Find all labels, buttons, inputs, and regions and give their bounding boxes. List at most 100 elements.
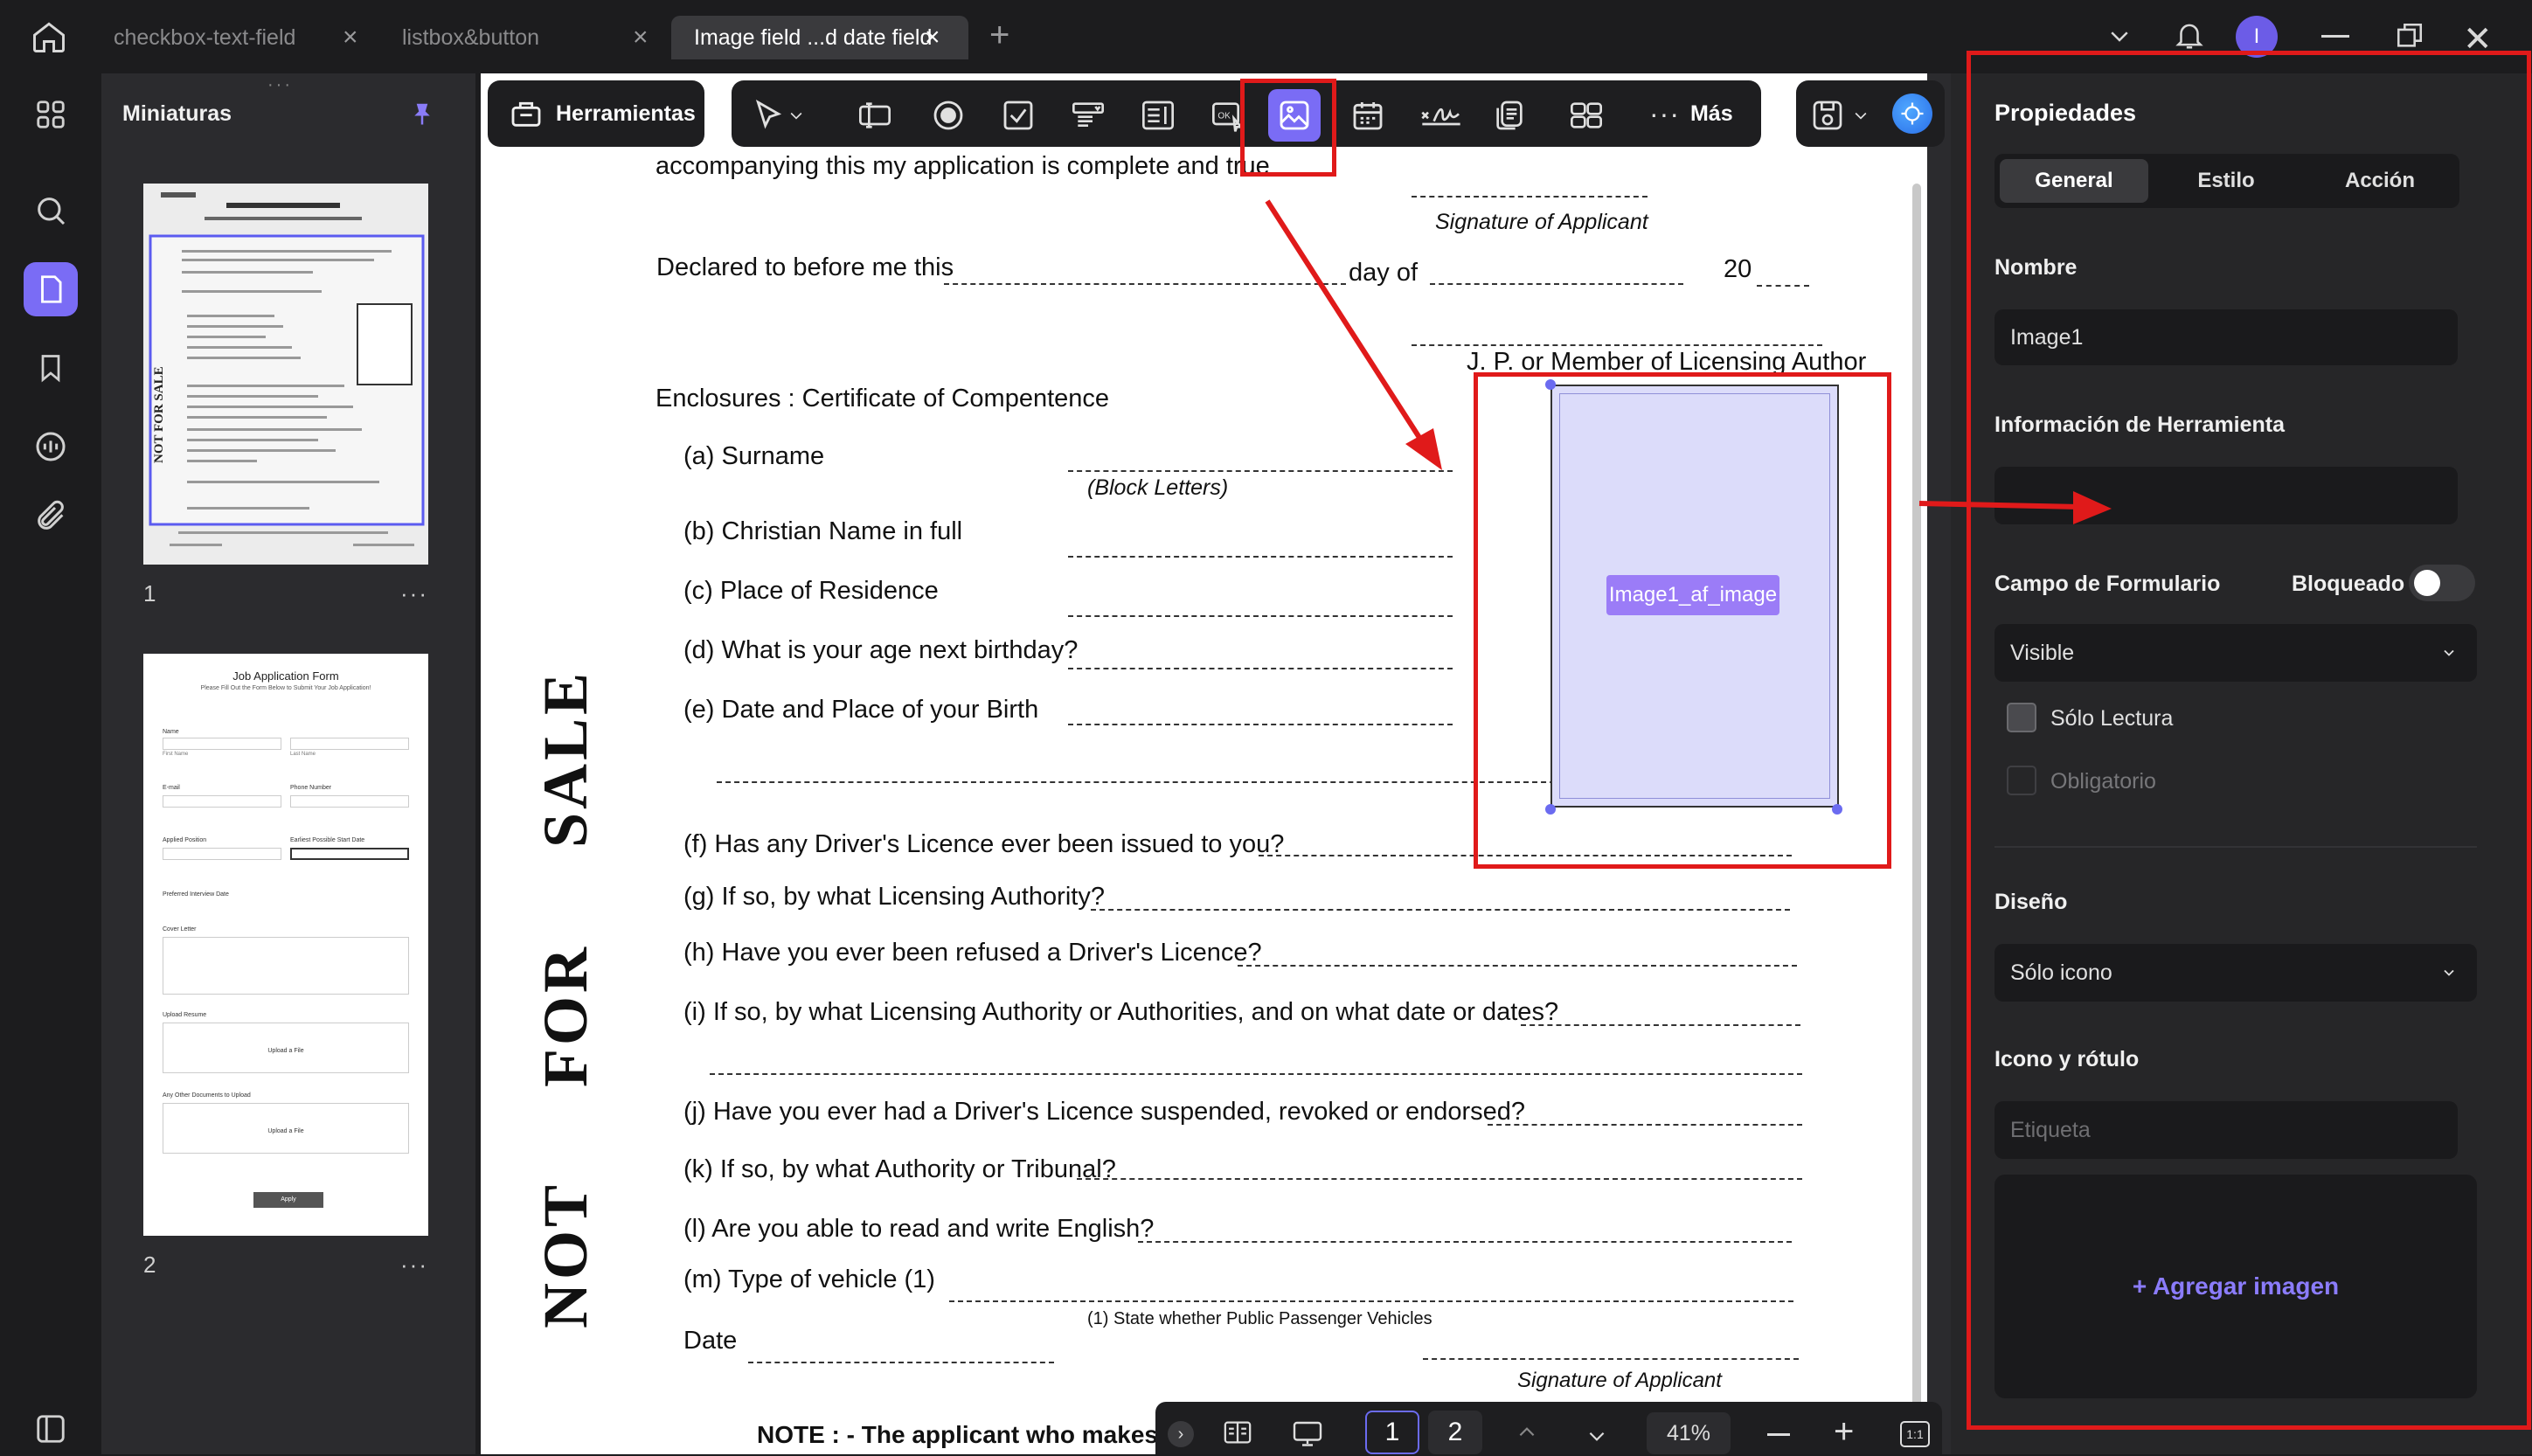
- tab-image-field[interactable]: Image field ...d date field ×: [671, 16, 968, 59]
- zoom-out-icon[interactable]: [1767, 1433, 1790, 1436]
- thumbnails-panel: ··· Miniaturas NOT FOR SALE 1 ··· Job Ap…: [101, 73, 475, 1454]
- actual-size-icon[interactable]: 1:1: [1900, 1421, 1930, 1447]
- doc-text: Enclosures : Certificate of Compentence: [656, 385, 1110, 413]
- tools-label: Herramientas: [556, 101, 696, 126]
- thumbnails-icon[interactable]: [24, 262, 78, 316]
- thumb-text: Phone Number: [290, 785, 332, 791]
- more-button[interactable]: ··· Más: [1649, 96, 1733, 131]
- chevron-down-icon[interactable]: [2105, 23, 2134, 49]
- doc-text: day of: [1349, 259, 1418, 287]
- date-field-icon[interactable]: [1349, 96, 1387, 135]
- chevron-up-icon[interactable]: [1514, 1421, 1540, 1444]
- svg-text:OK: OK: [1217, 111, 1231, 121]
- new-tab-icon[interactable]: +: [989, 16, 1009, 55]
- annotation-box-field: [1474, 372, 1891, 869]
- doc-text: (a) Surname: [683, 442, 825, 470]
- chevron-down-icon[interactable]: [1584, 1425, 1610, 1447]
- pin-icon[interactable]: [409, 98, 435, 129]
- doc-text: Signature of Applicant: [1517, 1369, 1722, 1392]
- ai-assistant-icon[interactable]: [1892, 94, 1932, 134]
- doc-text: (h) Have you ever been refused a Driver'…: [683, 939, 1262, 967]
- text-field-icon[interactable]: [856, 96, 894, 135]
- save-icon[interactable]: [1808, 96, 1847, 135]
- arrange-grid-icon[interactable]: [1567, 96, 1606, 135]
- doc-text: (e) Date and Place of your Birth: [683, 696, 1039, 724]
- doc-text: (j) Have you ever had a Driver's Licence…: [683, 1098, 1526, 1126]
- page-more-button[interactable]: ···: [400, 580, 428, 607]
- thumb-text: Preferred Interview Date: [163, 891, 229, 898]
- minimize-icon[interactable]: [2321, 35, 2349, 38]
- list-box-icon[interactable]: [1139, 96, 1177, 135]
- restore-icon[interactable]: [2395, 21, 2424, 51]
- select-icon[interactable]: [749, 96, 787, 135]
- doc-text: 20: [1724, 255, 1752, 283]
- page-thumbnail-2[interactable]: Job Application Form Please Fill Out the…: [143, 654, 428, 1236]
- doc-text: (b) Christian Name in full: [683, 517, 963, 545]
- close-icon[interactable]: ×: [343, 23, 358, 52]
- svg-text:NOT FOR SALE: NOT FOR SALE: [152, 366, 166, 463]
- sidebar-toggle-icon[interactable]: [24, 1402, 78, 1456]
- combo-box-icon[interactable]: [1069, 96, 1107, 135]
- doc-text: Signature of Applicant: [1435, 210, 1648, 234]
- chevron-down-icon[interactable]: [786, 96, 807, 135]
- page-1-button[interactable]: 1: [1365, 1411, 1419, 1454]
- tab-label: checkbox-text-field: [114, 24, 296, 50]
- thumb-text: Upload Resume: [163, 1012, 207, 1018]
- doc-text: (1) State whether Public Passenger Vehic…: [1087, 1309, 1432, 1328]
- thumb-text: Name: [163, 729, 179, 735]
- chevron-down-icon[interactable]: [1850, 96, 1871, 135]
- home-icon[interactable]: [30, 17, 68, 56]
- annotation-box-tool: [1240, 79, 1336, 177]
- signature-icon[interactable]: [1415, 96, 1467, 135]
- tab-listbox-button[interactable]: listbox&button ×: [379, 16, 668, 59]
- checkbox-icon[interactable]: [999, 96, 1037, 135]
- thumb-text: Apply: [253, 1192, 323, 1208]
- doc-text: (f) Has any Driver's Licence ever been i…: [683, 830, 1285, 858]
- page-number: 2: [143, 1251, 156, 1278]
- thumb-text: Upload a File: [163, 1023, 409, 1073]
- doc-text: (m) Type of vehicle (1): [683, 1265, 935, 1293]
- watermark-for: FOR: [531, 944, 600, 1087]
- duplicate-icon[interactable]: [1490, 96, 1529, 135]
- chevron-right-icon[interactable]: ›: [1168, 1421, 1194, 1447]
- thumb-text: Upload a File: [163, 1103, 409, 1154]
- thumb-text: Earliest Possible Start Date: [290, 837, 365, 843]
- doc-text: NOTE : - The applicant who makes: [757, 1421, 1158, 1448]
- close-icon[interactable]: ×: [925, 23, 940, 52]
- search-icon[interactable]: [24, 184, 78, 238]
- zoom-level[interactable]: 41%: [1647, 1412, 1731, 1454]
- page-thumbnail-1[interactable]: NOT FOR SALE: [143, 184, 428, 565]
- thumb-title: Job Application Form: [232, 669, 339, 683]
- doc-text: (l) Are you able to read and write Engli…: [683, 1215, 1155, 1243]
- thumb-text: First Name: [163, 752, 189, 757]
- doc-text: (k) If so, by what Authority or Tribunal…: [683, 1155, 1116, 1183]
- tab-label: Image field ...d date field: [694, 24, 933, 50]
- scrollbar[interactable]: [1912, 184, 1921, 1451]
- page-2-button[interactable]: 2: [1428, 1411, 1482, 1454]
- grid-icon[interactable]: [24, 87, 78, 142]
- zoom-in-icon[interactable]: +: [1834, 1412, 1854, 1452]
- presentation-icon[interactable]: [1288, 1418, 1327, 1449]
- bookmark-icon[interactable]: [24, 341, 78, 395]
- thumbnails-title: Miniaturas: [122, 101, 232, 126]
- doc-text: (g) If so, by what Licensing Authority?: [683, 883, 1105, 911]
- notification-icon[interactable]: [2173, 17, 2206, 52]
- drag-handle[interactable]: ···: [267, 75, 293, 95]
- comment-icon[interactable]: [24, 419, 78, 474]
- doc-text: accompanying this my application is comp…: [656, 152, 1270, 180]
- annotation-box-properties: [1967, 51, 2531, 1430]
- watermark-not: NOT: [531, 1181, 600, 1328]
- radio-button-icon[interactable]: [929, 96, 968, 135]
- close-icon[interactable]: ×: [633, 23, 649, 52]
- tools-button[interactable]: Herramientas: [488, 80, 704, 147]
- attachment-icon[interactable]: [24, 489, 78, 544]
- doc-text: (c) Place of Residence: [683, 577, 939, 605]
- thumb-subtitle: Please Fill Out the Form Below to Submit…: [200, 685, 371, 691]
- thumb-text: Last Name: [290, 752, 316, 757]
- reading-mode-icon[interactable]: [1220, 1418, 1255, 1447]
- doc-text: (i) If so, by what Licensing Authority o…: [683, 998, 1559, 1026]
- page-more-button[interactable]: ···: [400, 1251, 428, 1279]
- doc-text: Date: [683, 1327, 738, 1355]
- tab-checkbox-text-field[interactable]: checkbox-text-field ×: [91, 16, 379, 59]
- thumb-text: Any Other Documents to Upload: [163, 1092, 251, 1099]
